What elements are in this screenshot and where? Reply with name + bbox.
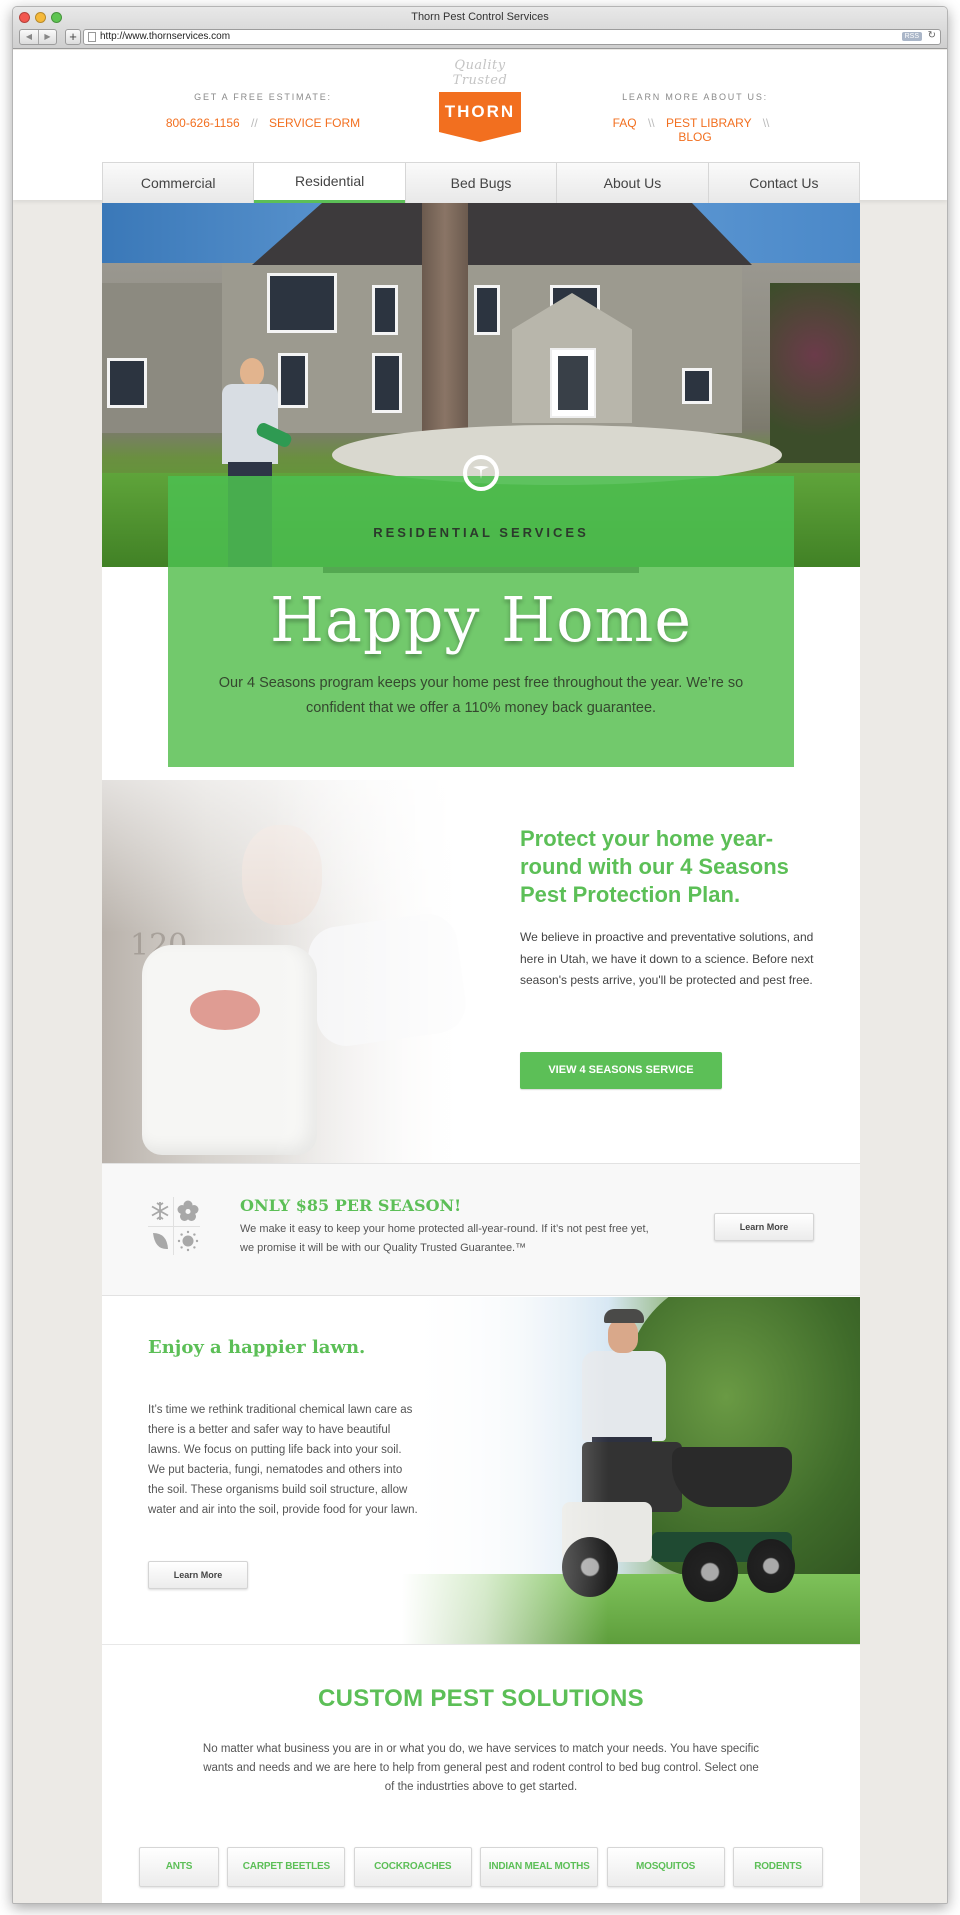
season-pricing-strip: ONLY $85 PER SEASON! We make it easy to …: [102, 1163, 860, 1296]
pest-indian-meal-moths-button[interactable]: INDIAN MEAL MOTHS: [480, 1847, 599, 1887]
season-body: We make it easy to keep your home protec…: [240, 1223, 649, 1254]
reload-icon[interactable]: ↻: [928, 30, 936, 41]
custom-solutions-section: CUSTOM PEST SOLUTIONS No matter what bus…: [102, 1644, 860, 1903]
pest-carpet-beetles-button[interactable]: CARPET BEETLES: [227, 1847, 346, 1887]
lawn-section: Enjoy a happier lawn. It’s time we rethi…: [102, 1297, 860, 1644]
custom-body: No matter what business you are in or wh…: [202, 1743, 760, 1793]
nav-bed-bugs[interactable]: Bed Bugs: [404, 163, 556, 204]
web-page: GET A FREE ESTIMATE: 800-626-1156 // SER…: [13, 50, 947, 1903]
hero-title: Happy Home: [269, 583, 693, 656]
forward-button[interactable]: ▶: [38, 30, 56, 44]
pest-rodents-button[interactable]: RODENTS: [732, 1847, 823, 1887]
pest-library-link[interactable]: PEST LIBRARY: [666, 116, 751, 130]
add-bookmark-button[interactable]: +: [65, 29, 81, 45]
technician-backpack-photo: 120: [102, 780, 522, 1163]
separator: \\: [762, 116, 770, 130]
pest-cockroaches-button[interactable]: COCKROACHES: [353, 1847, 472, 1887]
season-learn-more-button[interactable]: Learn More: [714, 1213, 814, 1241]
protect-heading: Protect your home year-round with our 4 …: [520, 826, 789, 907]
page-icon: [88, 32, 96, 42]
estimate-block: GET A FREE ESTIMATE: 800-626-1156 // SER…: [163, 92, 363, 130]
pest-buttons: ANTS CARPET BEETLES COCKROACHES INDIAN M…: [139, 1847, 823, 1889]
main-nav: Commercial Residential Bed Bugs About Us…: [102, 162, 860, 205]
learn-more-label: LEARN MORE ABOUT US:: [622, 92, 768, 102]
protect-section: 120 Protect your home year-round with ou…: [102, 780, 860, 1163]
history-buttons: ◀ ▶: [19, 29, 57, 45]
pest-mosquitos-button[interactable]: MOSQUITOS: [606, 1847, 725, 1887]
phone-link[interactable]: 800-626-1156: [166, 116, 240, 130]
view-4-seasons-button[interactable]: VIEW 4 SEASONS SERVICE: [520, 1052, 722, 1089]
custom-heading: CUSTOM PEST SOLUTIONS: [318, 1685, 644, 1712]
logo-badge: THORN: [439, 92, 521, 142]
blog-link[interactable]: BLOG: [678, 130, 711, 144]
address-bar[interactable]: http://www.thornservices.com RSS ↻: [83, 29, 941, 45]
hero-text: Our 4 Seasons program keeps your home pe…: [218, 675, 744, 716]
sun-icon: [177, 1230, 199, 1252]
season-icons: [148, 1197, 200, 1255]
service-form-link[interactable]: SERVICE FORM: [269, 116, 360, 130]
rss-button[interactable]: RSS: [901, 32, 922, 41]
lawn-heading: Enjoy a happier lawn.: [148, 1337, 366, 1358]
url-text[interactable]: http://www.thornservices.com: [100, 31, 230, 42]
window-title: Thorn Pest Control Services: [411, 11, 549, 23]
separator: //: [251, 116, 258, 130]
learn-more-block: LEARN MORE ABOUT US: FAQ \\ PEST LIBRARY…: [595, 92, 795, 144]
lawn-spreader-photo: [402, 1297, 860, 1644]
site-header: GET A FREE ESTIMATE: 800-626-1156 // SER…: [13, 50, 947, 205]
leaf-icon: [153, 1233, 168, 1250]
estimate-label: GET A FREE ESTIMATE:: [194, 92, 332, 102]
browser-window: Thorn Pest Control Services ◀ ▶ + http:/…: [12, 6, 948, 1904]
snowflake-icon: [151, 1202, 169, 1220]
thorn-badge-icon: [463, 455, 499, 491]
flower-icon: [177, 1200, 199, 1221]
logo-tagline: Quality Trusted: [452, 58, 508, 88]
nav-commercial[interactable]: Commercial: [103, 163, 253, 204]
season-price-heading: ONLY $85 PER SEASON!: [240, 1196, 462, 1215]
faq-link[interactable]: FAQ: [613, 116, 637, 130]
main-content: RESIDENTIAL SERVICES Happy Home Our 4 Se…: [102, 203, 860, 1903]
hero-kicker: RESIDENTIAL SERVICES: [373, 525, 589, 540]
nav-about-us[interactable]: About Us: [556, 163, 707, 204]
protect-body: We believe in proactive and preventative…: [520, 930, 814, 987]
nav-residential[interactable]: Residential: [253, 163, 406, 205]
lawn-body: It’s time we rethink traditional chemica…: [148, 1404, 418, 1516]
pest-ants-button[interactable]: ANTS: [139, 1847, 219, 1887]
nav-contact-us[interactable]: Contact Us: [707, 163, 859, 204]
lawn-learn-more-button[interactable]: Learn More: [148, 1561, 248, 1589]
separator: \\: [647, 116, 655, 130]
back-button[interactable]: ◀: [20, 30, 38, 44]
thorn-logo[interactable]: Quality Trusted THORN: [431, 58, 529, 142]
browser-chrome: Thorn Pest Control Services ◀ ▶ + http:/…: [13, 7, 947, 49]
